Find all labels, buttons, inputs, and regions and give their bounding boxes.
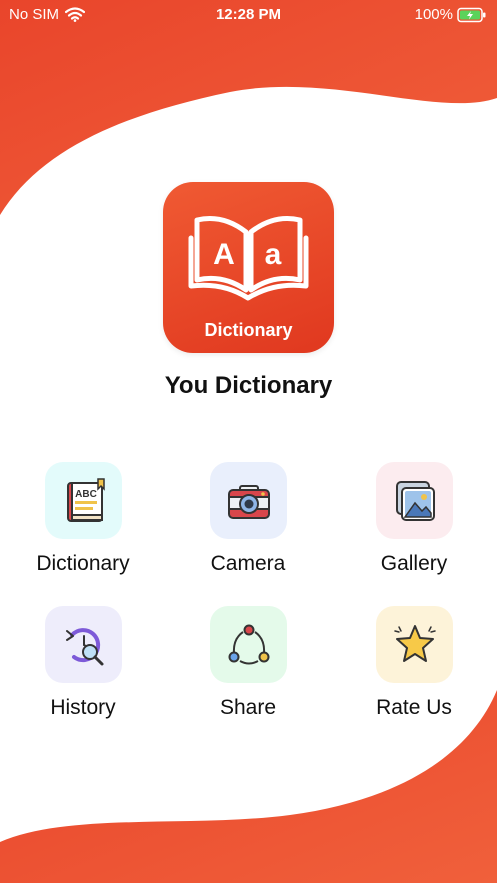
menu-history-label: History xyxy=(50,696,116,719)
share-icon-tile xyxy=(210,606,287,683)
logo-letter-lowercase: a xyxy=(265,238,282,271)
gallery-image-icon xyxy=(395,480,435,521)
rate-us-icon-tile xyxy=(376,606,453,683)
dictionary-book-icon: ABC xyxy=(66,477,105,522)
logo-brand-text: Dictionary xyxy=(204,320,293,340)
background-waves xyxy=(0,0,497,883)
camera-icon-tile xyxy=(210,462,287,539)
menu-dictionary-button[interactable]: ABC Dictionary xyxy=(8,462,158,592)
battery-charging-icon xyxy=(457,7,486,22)
menu-gallery-label: Gallery xyxy=(380,552,448,575)
menu-rate-us-button[interactable]: Rate Us xyxy=(339,606,489,736)
dictionary-icon-tile: ABC xyxy=(45,462,122,539)
dictionary-icon-text: ABC xyxy=(75,489,97,500)
app-title: You Dictionary xyxy=(164,372,333,399)
menu-camera-label: Camera xyxy=(210,552,286,575)
gallery-icon-tile xyxy=(376,462,453,539)
menu-rate-us-label: Rate Us xyxy=(376,696,452,719)
share-nodes-icon xyxy=(228,624,269,664)
battery-percent: 100% xyxy=(414,6,453,23)
menu-gallery-button[interactable]: Gallery xyxy=(339,462,489,592)
menu-camera-button[interactable]: Camera xyxy=(173,462,323,592)
status-bar: No SIM 12:28 PM 100% xyxy=(0,0,497,30)
star-icon xyxy=(393,624,436,662)
logo-letter-uppercase: A xyxy=(213,238,235,271)
menu-share-button[interactable]: Share xyxy=(173,606,323,736)
history-search-icon xyxy=(65,627,103,665)
status-right: 100% xyxy=(415,6,487,23)
menu-dictionary-label: Dictionary xyxy=(36,552,130,575)
menu-share-label: Share xyxy=(219,696,277,719)
menu-history-button[interactable]: History xyxy=(8,606,158,736)
history-icon-tile xyxy=(45,606,122,683)
camera-icon xyxy=(227,484,270,519)
app-logo: A a Dictionary xyxy=(163,182,334,353)
